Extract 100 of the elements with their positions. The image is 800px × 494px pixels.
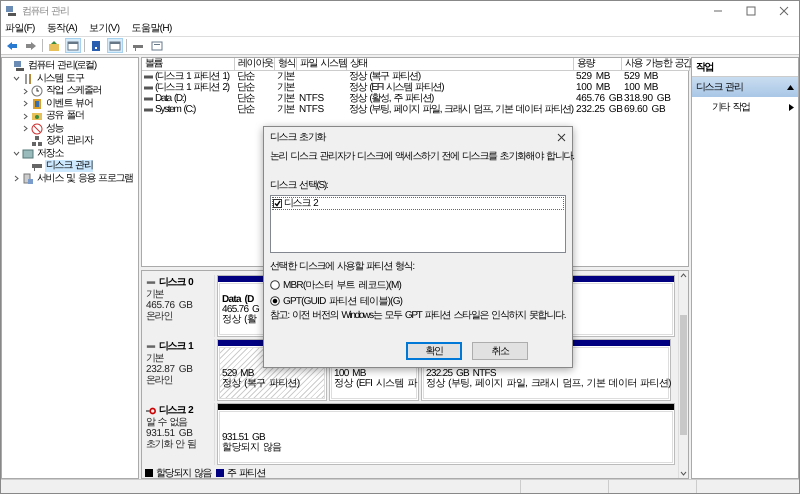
table-cell: 정상 (EFI 시스템 파티션) xyxy=(349,82,444,93)
menu-item[interactable]: 동작(A) xyxy=(46,21,78,35)
disk-status: 초기화 안 됨 xyxy=(146,439,196,450)
tree-item[interactable]: 성능 xyxy=(45,122,64,135)
devices-icon xyxy=(31,135,43,148)
table-cell: 318.90 GB xyxy=(624,93,671,104)
table-cell: 100 MB xyxy=(624,82,658,93)
tree-item[interactable]: 시스템 도구 xyxy=(36,72,84,85)
partition-block[interactable]: 931.51 GB 할당되지 않음 xyxy=(217,403,675,465)
collapse-triangle-icon xyxy=(787,84,794,90)
tree-item[interactable]: 이벤트 뷰어 xyxy=(45,98,94,110)
close-icon[interactable] xyxy=(779,6,789,16)
table-cell: System (C:) xyxy=(155,104,195,115)
disk-type: 알 수 없음 xyxy=(146,417,188,428)
disk-size: 931.51 GB xyxy=(146,428,194,439)
radio-label[interactable]: MBR(마스터 부트 레코드)(M) xyxy=(283,278,402,292)
toolbar-button[interactable] xyxy=(107,38,123,53)
table-cell: Data (D:) xyxy=(155,93,186,104)
table-cell: 단순 xyxy=(237,71,254,82)
legend-label: 할당되지 않음 xyxy=(156,466,212,480)
collapse-chevron-icon[interactable] xyxy=(12,150,20,158)
tree-item[interactable]: 디스크 관리 xyxy=(45,160,94,172)
partition-text: 정상 (복구 파티션) xyxy=(222,379,300,389)
column-header[interactable]: 상태 xyxy=(347,58,574,71)
column-header[interactable]: 파일 시스템 xyxy=(297,58,347,71)
dialog-message: 논리 디스크 관리자가 디스크에 액세스하기 전에 디스크를 초기화해야 합니다. xyxy=(270,150,574,163)
field-label: 디스크 선택(S): xyxy=(270,179,328,192)
partition-text: 할당되지 않음 xyxy=(222,443,282,453)
scroll-up-icon[interactable] xyxy=(680,273,687,278)
computer-icon xyxy=(13,60,25,72)
table-cell: 기본 xyxy=(277,82,294,93)
dialog-title: 디스크 초기화 xyxy=(270,130,326,144)
column-header[interactable]: 형식 xyxy=(275,58,297,71)
partition-text: 정상 (활 xyxy=(222,315,256,325)
column-header[interactable]: 용량 xyxy=(574,58,622,71)
table-cell: (디스크 1 파티션 2) xyxy=(155,82,229,93)
disk-list[interactable]: 디스크 2 xyxy=(270,195,566,253)
field-label: 선택한 디스크에 사용할 파티션 형식: xyxy=(270,260,414,273)
tree-item[interactable]: 작업 스케줄러 xyxy=(45,85,102,98)
expand-chevron-icon[interactable] xyxy=(22,112,28,120)
menu-item[interactable]: 파일(F) xyxy=(5,21,35,35)
forward-arrow-icon xyxy=(25,40,37,52)
scroll-down-icon[interactable] xyxy=(680,471,687,476)
partition-text: 529 MB xyxy=(222,369,254,379)
folder-up-icon xyxy=(48,40,60,52)
disk-error-icon xyxy=(146,406,156,416)
expand-chevron-icon[interactable] xyxy=(22,125,28,132)
partition-text: 정상 (부팅, 페이지 파일, 크래시 덤프, 기본 데이터 파티션) xyxy=(426,379,671,389)
radio-label[interactable]: GPT(GUID 파티션 테이블)(G) xyxy=(283,294,402,308)
tree-item[interactable]: 장치 관리자 xyxy=(45,135,94,148)
tree-item[interactable]: 공유 폴더 xyxy=(45,110,85,122)
column-header[interactable]: 볼륨 xyxy=(142,58,235,71)
table-cell: 529 MB xyxy=(576,71,610,82)
table-cell: 정상 (활성, 주 파티션) xyxy=(349,93,434,104)
partition-text: 정상 (EFI 시스템 파 xyxy=(334,379,417,389)
actions-section[interactable]: 디스크 관리 xyxy=(692,77,798,97)
collapse-chevron-icon[interactable] xyxy=(12,75,20,82)
expand-chevron-icon[interactable] xyxy=(12,175,20,182)
disk-type: 기본 xyxy=(146,289,165,300)
tree-item[interactable]: 저장소 xyxy=(36,148,64,160)
partition-text: Data (D xyxy=(222,295,254,305)
pane-icon xyxy=(109,40,121,52)
table-cell: 232.25 GB xyxy=(576,104,623,115)
menu-item[interactable]: 도움말(H) xyxy=(131,21,172,35)
table-cell: 단순 xyxy=(237,104,254,115)
properties-icon xyxy=(151,40,163,52)
partition-text: 232.25 GB NTFS xyxy=(426,369,496,379)
dialog-button[interactable]: 확인 xyxy=(406,342,462,360)
disk-status: 온라인 xyxy=(146,375,174,386)
tree-item[interactable]: 서비스 및 응용 프로그램 xyxy=(36,172,134,185)
table-cell: 기본 xyxy=(277,71,294,82)
table-cell: 529 MB xyxy=(624,71,658,82)
log-icon xyxy=(31,98,43,110)
checkbox[interactable] xyxy=(273,199,282,208)
scrollbar[interactable] xyxy=(678,271,688,478)
toolbar-button[interactable] xyxy=(65,38,81,53)
clock-icon xyxy=(31,85,43,98)
tree-item[interactable]: 컴퓨터 관리(로컬) xyxy=(27,60,97,72)
maximize-icon[interactable] xyxy=(746,6,756,16)
folder-icon xyxy=(31,110,43,122)
computer-icon xyxy=(5,4,17,16)
column-header[interactable]: 레이아웃 xyxy=(235,58,275,71)
expand-chevron-icon[interactable] xyxy=(22,100,28,108)
disk-size: 465.76 GB xyxy=(146,300,194,311)
partition-text: 465.76 G xyxy=(222,305,260,315)
pane-icon xyxy=(67,40,79,52)
toolbar-button[interactable] xyxy=(46,38,62,53)
back-arrow-icon xyxy=(6,40,18,52)
close-icon[interactable] xyxy=(557,132,566,142)
expand-chevron-icon[interactable] xyxy=(22,88,28,95)
radio-button[interactable] xyxy=(270,280,280,290)
dialog-button[interactable]: 취소 xyxy=(472,342,528,360)
menu-item[interactable]: 보기(V) xyxy=(89,21,120,35)
submenu-triangle-icon xyxy=(789,104,794,110)
disk-size: 232.87 GB xyxy=(146,364,194,375)
table-cell: 100 MB xyxy=(576,82,610,93)
action-item[interactable]: 기타 작업 xyxy=(692,97,798,117)
radio-button[interactable] xyxy=(270,296,280,306)
disk-name: 디스크 1 xyxy=(159,341,192,353)
list-item[interactable]: 디스크 2 xyxy=(284,198,318,210)
